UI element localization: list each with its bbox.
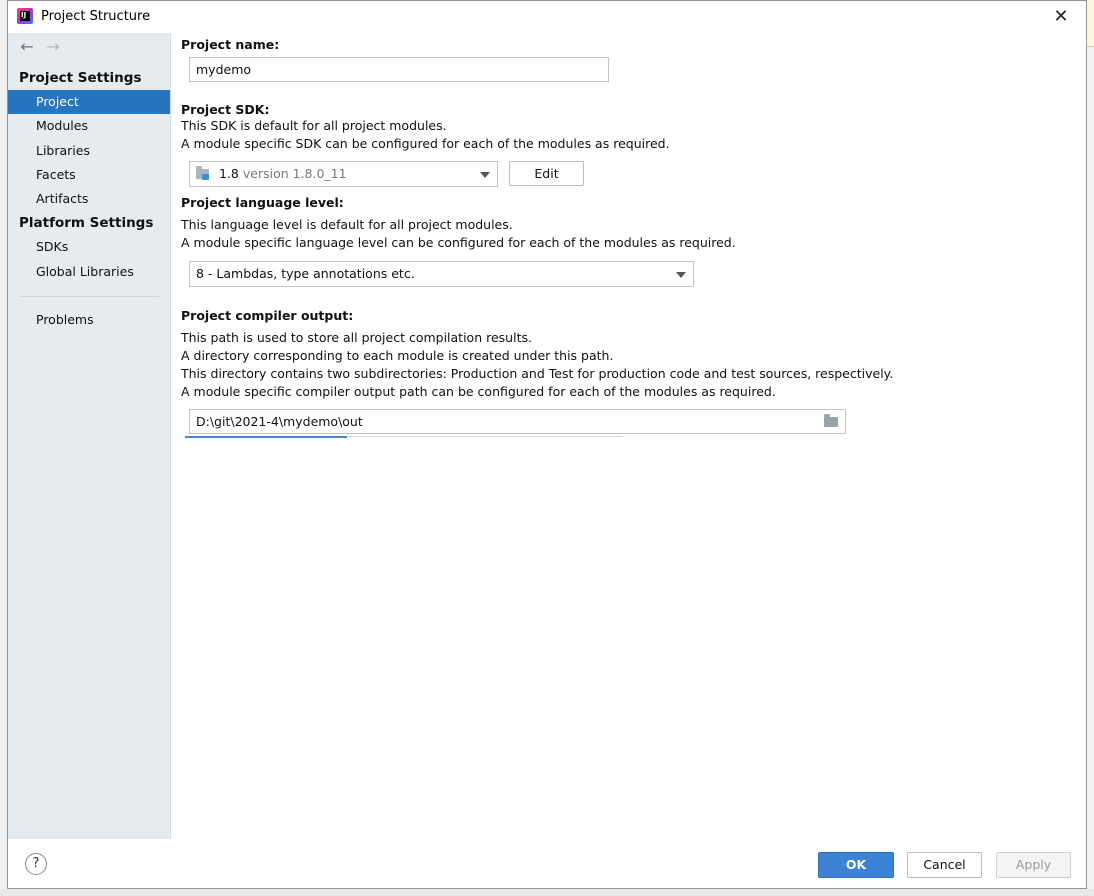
ok-button[interactable]: OK [818, 852, 894, 878]
back-arrow-icon[interactable]: ← [16, 37, 38, 56]
project-language-level-description-1: This language level is default for all p… [181, 217, 513, 232]
sidebar-item-libraries[interactable]: Libraries [8, 139, 170, 163]
sidebar-item-artifacts[interactable]: Artifacts [8, 187, 170, 211]
project-language-level-description-2: A module specific language level can be … [181, 235, 736, 250]
sidebar-item-global-libraries[interactable]: Global Libraries [8, 260, 170, 284]
help-button[interactable]: ? [25, 853, 47, 875]
language-level-value: 8 - Lambdas, type annotations etc. [196, 266, 415, 281]
sidebar-item-project[interactable]: Project [8, 90, 170, 114]
project-sdk-description-2: A module specific SDK can be configured … [181, 136, 670, 151]
project-language-level-dropdown[interactable]: 8 - Lambdas, type annotations etc. [189, 261, 694, 287]
project-name-label: Project name: [181, 37, 280, 52]
close-button[interactable]: ✕ [1050, 6, 1072, 28]
path-completion-progress [185, 436, 347, 438]
project-sdk-dropdown[interactable]: 1.8 version 1.8.0_11 [189, 161, 498, 187]
project-sdk-description-1: This SDK is default for all project modu… [181, 118, 447, 133]
sdk-folder-icon [196, 166, 209, 180]
project-name-input[interactable]: mydemo [189, 57, 609, 82]
compiler-output-path-input[interactable]: D:\git\2021-4\mydemo\out [189, 409, 846, 434]
compiler-output-description-2: A directory corresponding to each module… [181, 348, 614, 363]
window-title: Project Structure [41, 9, 151, 24]
path-completion-track [347, 436, 623, 437]
title-bar[interactable]: IJ Project Structure ✕ [8, 1, 1086, 33]
background-ide-right [1087, 0, 1094, 896]
folder-open-icon[interactable] [824, 414, 838, 427]
sidebar: ← → Project Settings Project Modules Lib… [8, 33, 171, 839]
sidebar-item-modules[interactable]: Modules [8, 114, 170, 138]
background-ide-bottom [0, 889, 1094, 896]
background-ide-editor-hint [1087, 0, 1094, 47]
forward-arrow-icon[interactable]: → [42, 37, 64, 56]
intellij-idea-icon: IJ [17, 8, 33, 24]
sidebar-item-problems[interactable]: Problems [8, 308, 170, 332]
project-language-level-label: Project language level: [181, 195, 344, 210]
project-structure-dialog: IJ Project Structure ✕ ← → Project Setti… [7, 0, 1087, 889]
project-settings-panel: Project name: mydemo Project SDK: This S… [171, 33, 1086, 839]
project-sdk-label: Project SDK: [181, 102, 270, 117]
compiler-output-description-3: This directory contains two subdirectori… [181, 366, 894, 381]
project-compiler-output-label: Project compiler output: [181, 308, 354, 323]
compiler-output-description-4: A module specific compiler output path c… [181, 384, 776, 399]
sidebar-divider [19, 296, 159, 297]
background-ide-left [0, 0, 7, 896]
sdk-name: 1.8 [218, 166, 239, 181]
compiler-output-path-value: D:\git\2021-4\mydemo\out [196, 414, 363, 429]
sidebar-item-sdks[interactable]: SDKs [8, 235, 170, 259]
sidebar-group-project-settings: Project Settings [19, 70, 142, 86]
history-navigation: ← → [16, 37, 64, 57]
cancel-button[interactable]: Cancel [907, 852, 982, 878]
chevron-down-icon [676, 272, 686, 278]
sidebar-item-facets[interactable]: Facets [8, 163, 170, 187]
chevron-down-icon [480, 172, 490, 178]
sidebar-group-platform-settings: Platform Settings [19, 215, 154, 231]
sdk-version: version 1.8.0_11 [242, 166, 347, 181]
apply-button[interactable]: Apply [996, 852, 1071, 878]
compiler-output-description-1: This path is used to store all project c… [181, 330, 532, 345]
edit-sdk-button[interactable]: Edit [509, 161, 584, 186]
dialog-footer: ? OK Cancel Apply [8, 839, 1086, 888]
